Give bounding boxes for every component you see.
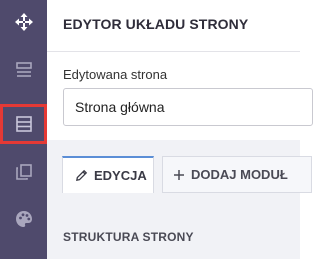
page-layout-button[interactable] [0, 104, 47, 144]
move-icon [14, 13, 33, 31]
move-button[interactable] [0, 2, 47, 42]
edited-page-value: Strona główna [75, 99, 165, 115]
page-structure-heading: STRUKTURA STRONY [63, 230, 194, 244]
copy-icon [15, 164, 32, 180]
page-layout-icon [15, 116, 32, 132]
pencil-icon [76, 169, 88, 181]
copy-button[interactable] [0, 152, 47, 192]
panel-title: EDYTOR UKŁADU STRONY [63, 16, 249, 32]
layout-button[interactable] [0, 50, 47, 90]
edited-page-select[interactable]: Strona główna [63, 88, 313, 126]
tab-edit-label: EDYCJA [94, 168, 147, 183]
tab-add-module[interactable]: DODAJ MODUŁ [162, 156, 312, 193]
panel-header: EDYTOR UKŁADU STRONY [47, 0, 300, 52]
tab-edit[interactable]: EDYCJA [62, 156, 154, 193]
theme-button[interactable] [0, 199, 47, 239]
tab-add-module-label: DODAJ MODUŁ [191, 167, 288, 182]
side-rail [0, 0, 47, 259]
plus-icon [174, 169, 184, 180]
layout-editor-panel: EDYTOR UKŁADU STRONY Edytowana strona St… [47, 0, 313, 259]
palette-icon [15, 211, 32, 227]
layout-icon [15, 62, 32, 77]
edited-page-label: Edytowana strona [63, 67, 168, 82]
